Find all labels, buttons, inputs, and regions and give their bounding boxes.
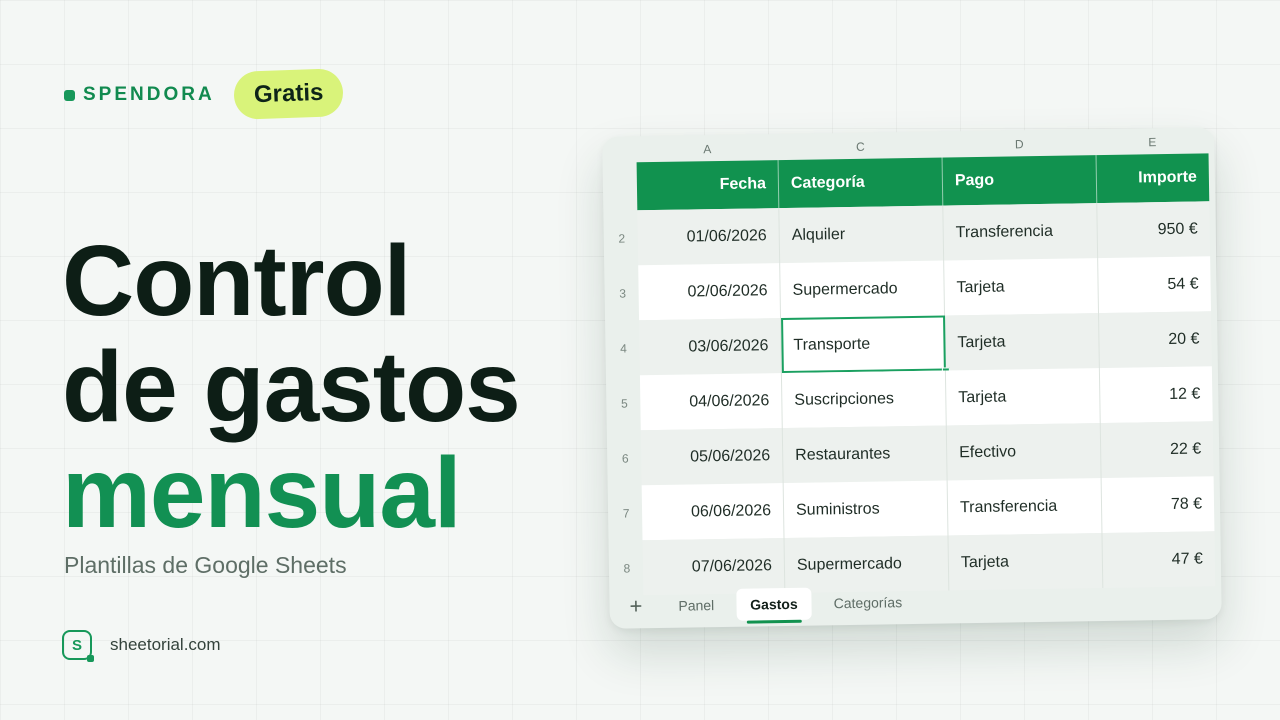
- table-row: 7 06/06/2026 Suministros Transferencia 7…: [623, 476, 1215, 541]
- plus-icon[interactable]: +: [629, 593, 642, 618]
- sheet-tabs-bar: + Panel Gastos Categorías: [609, 575, 1222, 629]
- tab-categorias[interactable]: Categorías: [819, 586, 916, 620]
- cell-importe[interactable]: 78 €: [1102, 476, 1215, 533]
- cell-pago[interactable]: Tarjeta: [944, 258, 1100, 316]
- header-pago[interactable]: Pago: [942, 155, 1098, 206]
- cell-categoria[interactable]: Suscripciones: [781, 370, 947, 429]
- cell-pago[interactable]: Transferencia: [947, 478, 1103, 536]
- cell-fecha[interactable]: 03/06/2026: [639, 318, 782, 376]
- subtitle: Plantillas de Google Sheets: [64, 552, 347, 578]
- headline-line-3: mensual: [62, 437, 462, 549]
- cell-fecha[interactable]: 04/06/2026: [639, 373, 783, 431]
- headline-line-2: de gastos: [62, 331, 521, 443]
- logo-dot: [87, 655, 94, 662]
- row-number[interactable]: 5: [614, 375, 635, 430]
- footer-url[interactable]: sheetorial.com: [110, 635, 221, 655]
- cell-categoria[interactable]: Restaurantes: [782, 425, 948, 484]
- table-row: 6 05/06/2026 Restaurantes Efectivo 22 €: [622, 421, 1214, 486]
- row-number[interactable]: 6: [615, 430, 636, 485]
- cell-importe[interactable]: 12 €: [1100, 366, 1213, 423]
- cell-importe[interactable]: 20 €: [1099, 311, 1212, 368]
- cell-importe[interactable]: 54 €: [1098, 256, 1211, 313]
- footer: S sheetorial.com: [62, 630, 221, 662]
- free-badge: Gratis: [233, 68, 345, 120]
- selected-cell-categoria[interactable]: Transporte: [781, 315, 950, 376]
- brand-name: SPENDORA: [83, 84, 215, 105]
- spreadsheet-grid: Fecha Categoría Pago Importe 2 01/06/202…: [618, 153, 1216, 596]
- table-row: 5 04/06/2026 Suscripciones Tarjeta 12 €: [621, 366, 1213, 431]
- row-number[interactable]: 7: [616, 485, 637, 540]
- header-importe[interactable]: Importe: [1097, 153, 1210, 203]
- cell-categoria[interactable]: Supermercado: [780, 260, 946, 319]
- brand-dot-icon: [64, 89, 75, 101]
- cell-fecha[interactable]: 06/06/2026: [641, 483, 785, 541]
- table-row: 2 01/06/2026 Alquiler Transferencia 950 …: [618, 201, 1211, 266]
- tab-panel[interactable]: Panel: [664, 589, 728, 622]
- logo-letter: S: [71, 636, 82, 654]
- cell-pago[interactable]: Tarjeta: [945, 313, 1100, 371]
- table-row: 3 02/06/2026 Supermercado Tarjeta 54 €: [619, 256, 1211, 321]
- cell-categoria[interactable]: Alquiler: [779, 205, 945, 264]
- header-categoria[interactable]: Categoría: [778, 157, 944, 209]
- header-fecha[interactable]: Fecha: [636, 160, 780, 211]
- tab-gastos[interactable]: Gastos: [735, 587, 812, 621]
- row-number[interactable]: 3: [612, 265, 633, 320]
- cell-fecha[interactable]: 05/06/2026: [640, 428, 784, 486]
- cell-pago[interactable]: Tarjeta: [945, 368, 1101, 426]
- cell-pago[interactable]: Transferencia: [943, 203, 1099, 261]
- row-number[interactable]: 4: [613, 320, 634, 375]
- table-row: 4 03/06/2026 Transporte Tarjeta 20 €: [620, 311, 1212, 376]
- sheetorial-logo-icon: S: [62, 630, 94, 662]
- cell-categoria[interactable]: Suministros: [783, 480, 949, 539]
- cell-pago[interactable]: Efectivo: [946, 423, 1102, 481]
- cell-text: Transporte: [793, 335, 871, 354]
- cell-importe[interactable]: 22 €: [1101, 421, 1214, 478]
- cell-fecha[interactable]: 01/06/2026: [637, 208, 781, 266]
- headline: Control de gastos mensual: [62, 225, 521, 549]
- row-number[interactable]: 2: [611, 210, 632, 265]
- spreadsheet-card: A C D E Fecha Categoría Pago Importe 2 0…: [602, 127, 1222, 629]
- headline-line-1: Control: [62, 225, 411, 337]
- brand: SPENDORA: [64, 84, 215, 106]
- cell-importe[interactable]: 950 €: [1097, 201, 1210, 258]
- cell-fecha[interactable]: 02/06/2026: [638, 263, 782, 321]
